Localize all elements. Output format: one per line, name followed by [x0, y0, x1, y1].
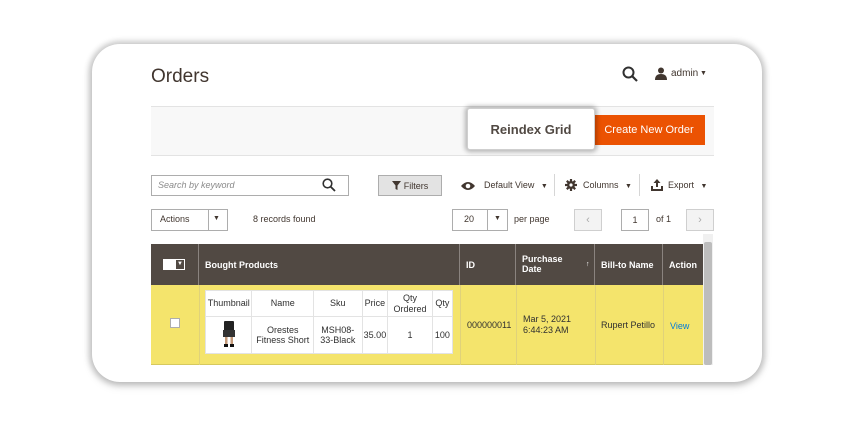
- divider: [516, 285, 517, 365]
- chevron-down-icon: ▼: [700, 183, 708, 190]
- view-link[interactable]: View: [670, 321, 689, 331]
- column-bill-to-name[interactable]: Bill-to Name: [595, 244, 663, 285]
- inner-header-sku: Sku: [313, 290, 363, 317]
- next-page-button[interactable]: ›: [686, 209, 714, 231]
- records-found: 8 records found: [253, 214, 316, 224]
- columns-dropdown[interactable]: Columns ▼: [583, 180, 632, 190]
- divider: [639, 174, 640, 196]
- chevron-down-icon: ▼: [540, 183, 548, 190]
- admin-user-menu[interactable]: admin: [671, 68, 698, 79]
- purchase-date: Mar 5, 2021 6:44:23 AM: [523, 314, 572, 335]
- chevron-down-icon[interactable]: ▼: [700, 70, 707, 77]
- divider: [595, 285, 596, 365]
- gear-icon: [565, 179, 577, 191]
- total-pages-label: of 1: [656, 214, 672, 224]
- divider: [199, 285, 200, 365]
- sort-arrow-icon: ↑: [586, 260, 590, 268]
- filters-button[interactable]: Filters: [378, 175, 442, 196]
- chevron-down-icon[interactable]: ▼: [494, 215, 501, 222]
- orders-window: Orders admin ▼ Create New Order Reindex …: [92, 44, 762, 382]
- column-bought-products[interactable]: Bought Products: [199, 244, 460, 285]
- page-title: Orders: [151, 66, 210, 87]
- column-action[interactable]: Action: [663, 244, 703, 285]
- reindex-grid-button[interactable]: Reindex Grid: [467, 108, 595, 150]
- previous-page-button[interactable]: ‹: [574, 209, 602, 231]
- page-number-input[interactable]: 1: [621, 209, 649, 231]
- default-view-dropdown[interactable]: Default View ▼: [484, 180, 548, 190]
- divider: [663, 285, 664, 365]
- product-price: 35.00: [361, 316, 389, 354]
- per-page-value: 20: [464, 214, 475, 224]
- search-icon[interactable]: [322, 178, 336, 192]
- product-name: Orestes Fitness Short: [251, 316, 315, 354]
- chevron-down-icon[interactable]: ▼: [213, 215, 220, 222]
- bought-products-table: Thumbnail Name Sku Price Qty Ordered Qty…: [204, 290, 454, 354]
- column-id[interactable]: ID: [460, 244, 516, 285]
- scrollbar-thumb[interactable]: [704, 242, 712, 365]
- search-icon[interactable]: [622, 66, 638, 82]
- inner-header-qty: Qty: [431, 290, 454, 317]
- default-view-label: Default View: [484, 180, 535, 190]
- inner-header-price: Price: [361, 290, 389, 317]
- row-checkbox[interactable]: [170, 318, 180, 328]
- filters-label: Filters: [403, 180, 429, 191]
- create-new-order-button[interactable]: Create New Order: [593, 115, 705, 145]
- eye-icon: [461, 182, 475, 190]
- inner-header-name: Name: [251, 290, 315, 317]
- purchase-date-label: Purchase Date: [522, 253, 563, 274]
- export-icon: [651, 179, 663, 191]
- per-page-label: per page: [514, 214, 550, 224]
- select-all-checkbox[interactable]: ▼: [163, 259, 185, 270]
- divider: [487, 209, 488, 231]
- bill-to-name: Rupert Petillo: [601, 320, 656, 330]
- product-qty: 100: [431, 316, 454, 354]
- user-icon[interactable]: [655, 67, 667, 80]
- divider: [460, 285, 461, 365]
- export-label: Export: [668, 180, 695, 190]
- inner-header-qty-ordered: Qty Ordered: [387, 290, 433, 317]
- export-dropdown[interactable]: Export ▼: [668, 180, 707, 190]
- divider: [554, 174, 555, 196]
- funnel-icon: [391, 181, 401, 190]
- chevron-down-icon: ▼: [177, 261, 183, 267]
- order-id: 000000011: [467, 320, 512, 330]
- product-sku: MSH08-33-Black: [313, 316, 363, 354]
- product-qty-ordered: 1: [387, 316, 433, 354]
- chevron-down-icon: ▼: [625, 183, 632, 190]
- product-thumbnail: [204, 316, 253, 354]
- columns-label: Columns: [583, 180, 619, 190]
- inner-header-thumbnail: Thumbnail: [204, 290, 253, 317]
- shorts-image: [222, 320, 235, 347]
- divider: [208, 209, 209, 231]
- search-placeholder: Search by keyword: [158, 180, 235, 190]
- mass-actions-label: Actions: [160, 214, 190, 224]
- column-purchase-date[interactable]: Purchase Date ↑: [516, 244, 595, 285]
